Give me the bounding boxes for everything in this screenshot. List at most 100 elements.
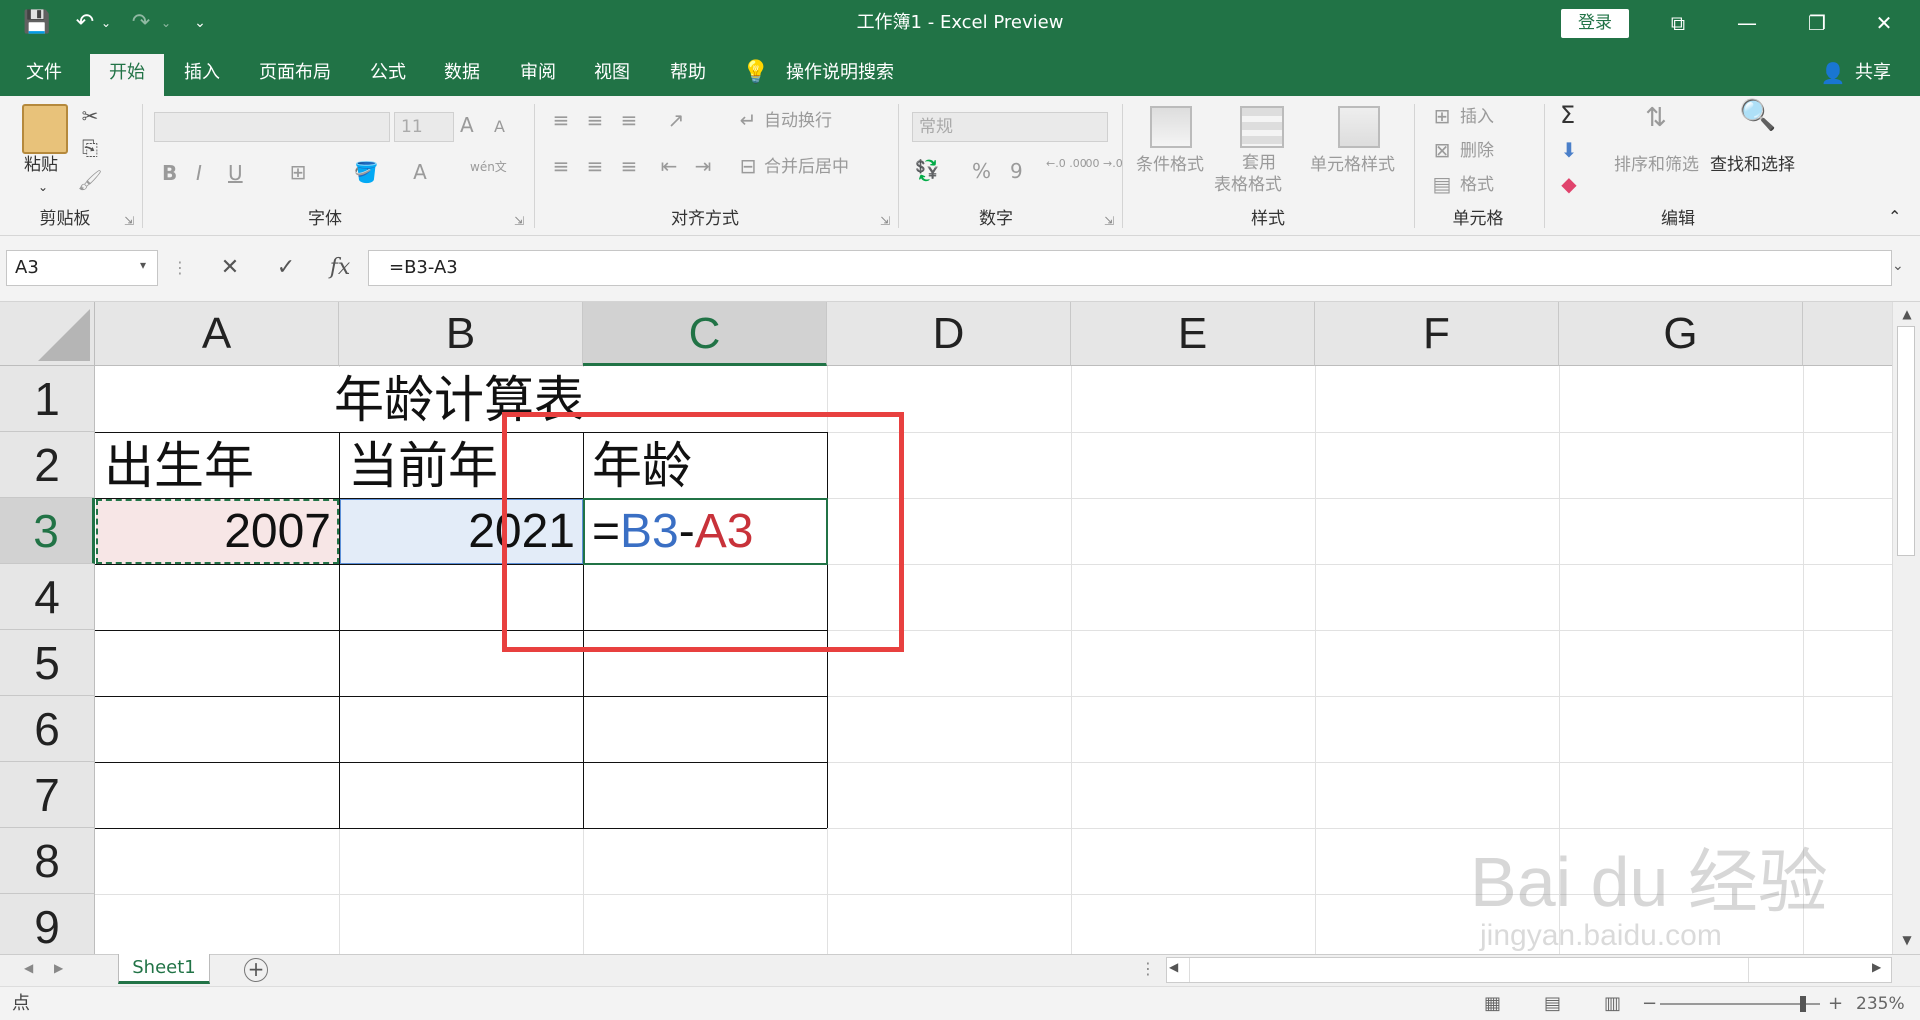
conditional-formatting-button[interactable]: 条件格式 (1136, 154, 1204, 176)
cancel-icon[interactable]: ✕ (212, 250, 248, 286)
scroll-right-icon[interactable]: ▶ (1872, 960, 1881, 974)
insert-cells-icon[interactable]: ⊞ (1430, 104, 1454, 128)
font-launcher-icon[interactable]: ⇲ (514, 214, 524, 228)
column-header-h[interactable] (1803, 302, 1892, 366)
lightbulb-icon[interactable]: 💡 (742, 58, 770, 96)
number-launcher-icon[interactable]: ⇲ (1104, 214, 1114, 228)
font-size-combo[interactable]: 11 (394, 112, 454, 142)
column-header-a[interactable]: A (95, 302, 339, 366)
phonetic-icon[interactable]: wén文 (470, 160, 507, 174)
currency-icon[interactable]: 💱 (912, 158, 942, 182)
horizontal-scrollbar[interactable]: ◀ (1166, 957, 1892, 983)
column-header-g[interactable]: G (1559, 302, 1803, 366)
row-header-7[interactable]: 7 (0, 762, 95, 828)
page-break-view-icon[interactable]: ▥ (1604, 987, 1621, 1020)
orientation-icon[interactable]: ↗ (656, 108, 696, 132)
login-button[interactable]: 登录 (1561, 9, 1629, 38)
next-sheet-icon[interactable]: ▶ (54, 961, 63, 975)
comma-button[interactable]: 9 (1010, 160, 1023, 182)
page-layout-view-icon[interactable]: ▤ (1544, 987, 1561, 1020)
tab-review[interactable]: 审阅 (506, 58, 570, 96)
tab-view[interactable]: 视图 (580, 58, 644, 96)
fill-color-icon[interactable]: 🪣 (352, 160, 380, 184)
tab-insert[interactable]: 插入 (170, 58, 234, 96)
close-button[interactable]: ✕ (1862, 8, 1906, 38)
paste-dropdown-icon[interactable]: ⌄ (38, 176, 48, 198)
alignment-launcher-icon[interactable]: ⇲ (880, 214, 890, 228)
merge-center-icon[interactable]: ⊟ (736, 154, 760, 178)
paste-icon[interactable] (22, 104, 68, 154)
format-cells-button[interactable]: 格式 (1460, 174, 1494, 196)
align-bottom-icon[interactable]: ≡ (616, 108, 642, 132)
align-right-icon[interactable]: ≡ (616, 154, 642, 178)
decrease-decimal-button[interactable]: .00 →.0 (1082, 158, 1123, 170)
italic-button[interactable]: I (196, 162, 202, 184)
zoom-level[interactable]: 235% (1856, 987, 1905, 1020)
decrease-indent-icon[interactable]: ⇤ (656, 154, 682, 178)
vertical-scrollbar[interactable]: ▲ ▼ (1892, 302, 1920, 954)
sheet-tab-sheet1[interactable]: Sheet1 (118, 954, 210, 984)
format-as-table-label[interactable]: 套用 (1242, 152, 1276, 174)
find-select-icon[interactable]: 🔍 (1736, 101, 1780, 131)
tab-file[interactable]: 文件 (14, 58, 74, 96)
row-header-4[interactable]: 4 (0, 564, 95, 630)
collapse-ribbon-icon[interactable]: ⌃ (1888, 206, 1901, 228)
insert-function-icon[interactable]: fx (322, 250, 358, 286)
tab-help[interactable]: 帮助 (656, 58, 720, 96)
worksheet-grid[interactable]: A B C D E F G 1 2 3 4 5 6 7 8 9 年龄计算表 出生… (0, 302, 1892, 954)
normal-view-icon[interactable]: ▦ (1484, 987, 1501, 1020)
enter-icon[interactable]: ✓ (268, 250, 304, 286)
row-header-3[interactable]: 3 (0, 498, 95, 564)
align-top-icon[interactable]: ≡ (548, 108, 574, 132)
clipboard-launcher-icon[interactable]: ⇲ (124, 214, 134, 228)
autosum-icon[interactable]: Σ (1560, 103, 1575, 127)
row-header-2[interactable]: 2 (0, 432, 95, 498)
scroll-left-icon[interactable]: ◀ (1169, 960, 1178, 974)
column-header-f[interactable]: F (1315, 302, 1559, 366)
restore-button[interactable]: ❐ (1795, 8, 1839, 38)
copy-icon[interactable]: ⎘ (76, 136, 104, 160)
align-left-icon[interactable]: ≡ (548, 154, 574, 178)
align-middle-icon[interactable]: ≡ (582, 108, 608, 132)
tell-me-search[interactable]: 操作说明搜索 (780, 58, 900, 96)
zoom-slider-thumb[interactable] (1800, 996, 1806, 1012)
scroll-down-icon[interactable]: ▼ (1897, 930, 1917, 950)
zoom-in-icon[interactable]: + (1828, 987, 1843, 1020)
wrap-text-icon[interactable]: ↵ (736, 108, 760, 132)
row-header-6[interactable]: 6 (0, 696, 95, 762)
number-format-combo[interactable]: 常规 (912, 112, 1108, 142)
tab-page-layout[interactable]: 页面布局 (248, 58, 342, 96)
fill-down-icon[interactable]: ⬇ (1556, 138, 1582, 162)
zoom-out-icon[interactable]: − (1642, 987, 1657, 1020)
underline-button[interactable]: U (228, 162, 243, 184)
tab-formulas[interactable]: 公式 (356, 58, 420, 96)
format-painter-icon[interactable]: 🖌 (76, 168, 104, 192)
delete-cells-button[interactable]: 删除 (1460, 140, 1494, 162)
expand-formula-bar-icon[interactable]: ⌄ (1892, 258, 1904, 274)
find-select-button[interactable]: 查找和选择 (1710, 154, 1795, 176)
wrap-text-button[interactable]: 自动换行 (764, 110, 832, 132)
increase-indent-icon[interactable]: ⇥ (690, 154, 716, 178)
paste-label[interactable]: 粘贴 (24, 154, 58, 176)
conditional-formatting-icon[interactable] (1150, 106, 1192, 148)
row-header-1[interactable]: 1 (0, 366, 95, 432)
share-button[interactable]: 共享 (1848, 58, 1898, 96)
prev-sheet-icon[interactable]: ◀ (24, 961, 33, 975)
merge-center-button[interactable]: 合并后居中 (764, 156, 849, 178)
column-header-c[interactable]: C (583, 302, 827, 366)
format-cells-icon[interactable]: ▤ (1430, 172, 1454, 196)
column-header-b[interactable]: B (339, 302, 583, 366)
person-icon[interactable]: 👤 (1818, 58, 1848, 96)
ribbon-display-options-icon[interactable]: ⧉ (1656, 8, 1700, 38)
bold-button[interactable]: B (162, 162, 177, 184)
tab-data[interactable]: 数据 (430, 58, 494, 96)
name-box[interactable]: A3 (6, 250, 158, 286)
minimize-button[interactable]: — (1725, 8, 1769, 38)
format-as-table-button[interactable]: 表格格式 (1214, 174, 1282, 196)
sort-filter-icon[interactable]: ⇅ (1636, 105, 1676, 131)
insert-cells-button[interactable]: 插入 (1460, 106, 1494, 128)
column-header-d[interactable]: D (827, 302, 1071, 366)
select-all-button[interactable] (0, 302, 95, 366)
name-box-dropdown-icon[interactable]: ▾ (140, 258, 146, 272)
formula-input[interactable]: =B3-A3 (368, 250, 1892, 286)
